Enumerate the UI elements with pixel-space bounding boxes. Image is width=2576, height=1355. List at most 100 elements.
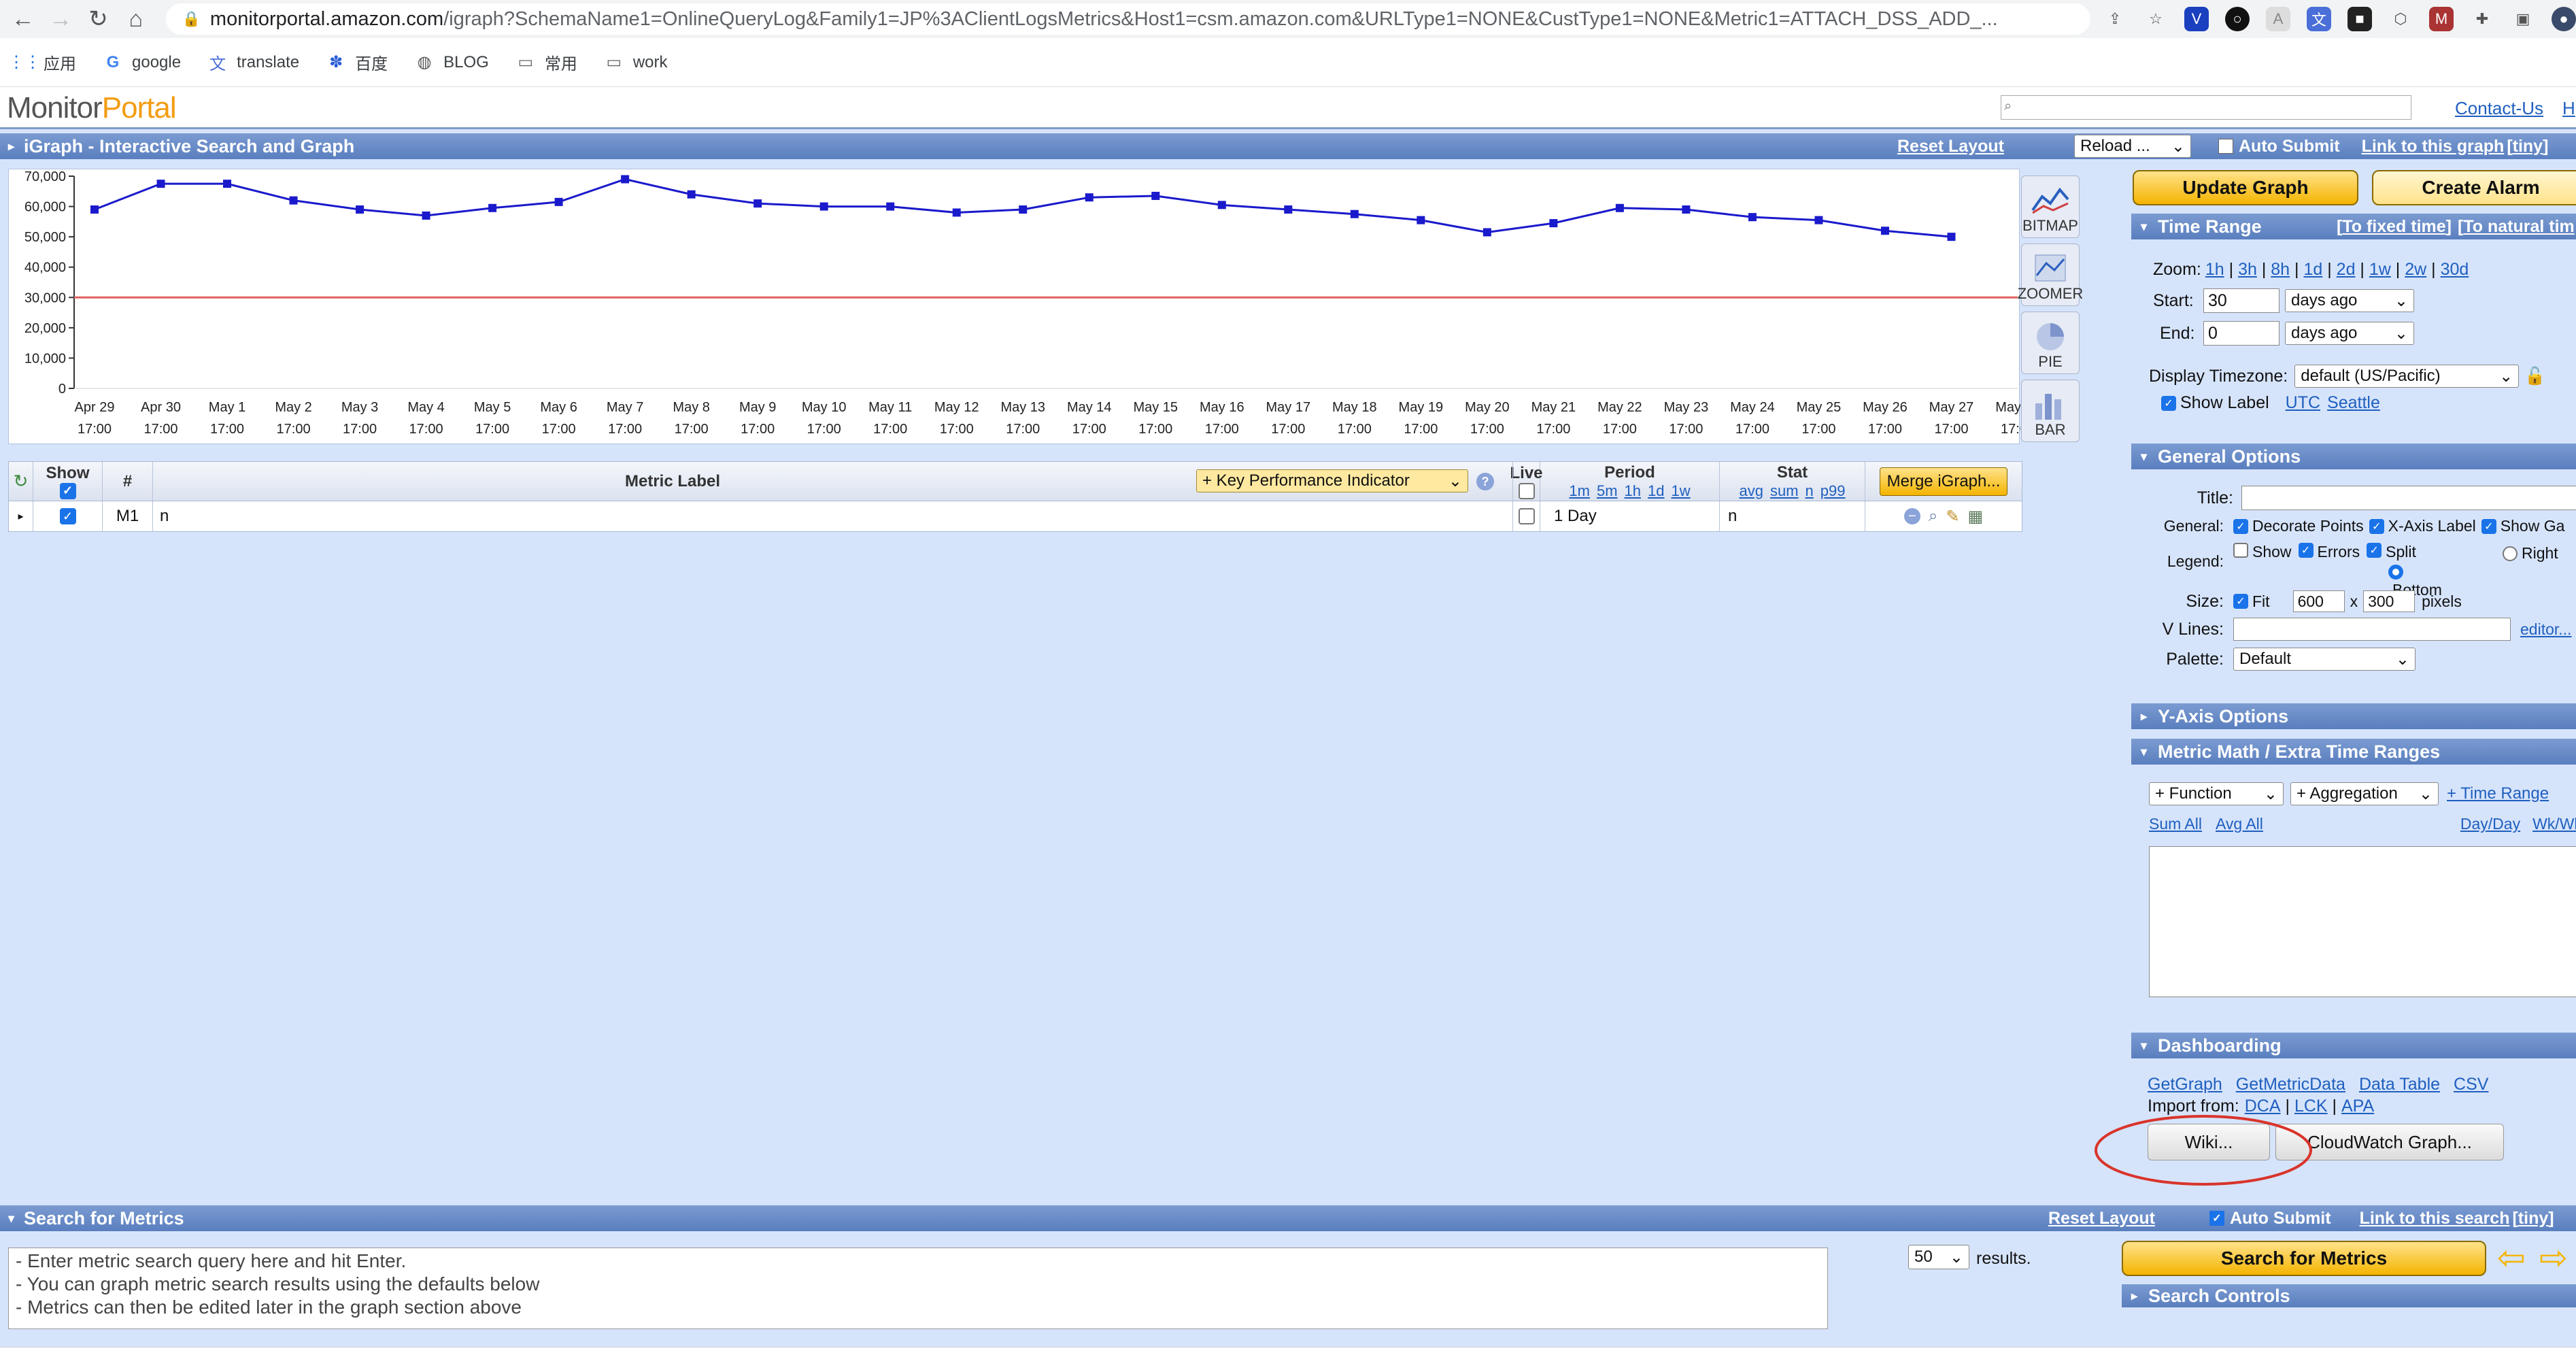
help-link[interactable]: H	[2562, 98, 2575, 119]
edit-pencil-icon[interactable]: ✎	[1946, 507, 1959, 526]
line-chart[interactable]: 0 10,000 20,000 30,000 40,000 50,000 60,000 70,…	[9, 169, 2040, 445]
collapse-icon[interactable]: ▸	[8, 139, 14, 154]
bookmark-folder-common[interactable]: ▭ 常用	[516, 50, 577, 74]
back-icon[interactable]: ←	[8, 3, 37, 35]
stat-n-link[interactable]: n	[1806, 482, 1814, 500]
reload-select[interactable]: Reload ... ⌄	[2074, 135, 2191, 158]
zoom-30d[interactable]: 30d	[2441, 260, 2469, 280]
merge-igraph-button[interactable]: Merge iGraph...	[1879, 467, 2008, 496]
getgraph-link[interactable]: GetGraph	[2148, 1075, 2222, 1094]
x-axis-label-checkbox[interactable]: ✓	[2369, 518, 2384, 534]
extension-translate-icon[interactable]: 文	[2307, 7, 2332, 31]
day-day-link[interactable]: Day/Day	[2460, 815, 2520, 833]
extension-m-icon[interactable]: M	[2429, 7, 2454, 31]
data-table-link[interactable]: Data Table	[2359, 1075, 2440, 1094]
graph-title-input[interactable]	[2241, 486, 2576, 510]
general-options-section-header[interactable]: ▾ General Options	[2131, 444, 2576, 469]
editor-link[interactable]: editor...	[2520, 620, 2571, 639]
extensions-puzzle-icon[interactable]: ✚	[2470, 7, 2494, 31]
tiny-link[interactable]: tiny	[2513, 137, 2543, 156]
period-1m-link[interactable]: 1m	[1569, 482, 1590, 500]
legend-errors-checkbox[interactable]: ✓	[2298, 543, 2314, 558]
prev-arrow-icon[interactable]: ⇦	[2497, 1241, 2526, 1275]
avg-all-link[interactable]: Avg All	[2216, 815, 2263, 833]
function-select[interactable]: + Function ⌄	[2149, 782, 2284, 805]
link-to-graph[interactable]: Link to this graph	[2362, 137, 2505, 156]
zoom-2d[interactable]: 2d	[2337, 260, 2356, 280]
search-controls-section-header[interactable]: ▸ Search Controls	[2122, 1284, 2576, 1307]
vlines-input[interactable]	[2233, 618, 2511, 641]
zoom-1h[interactable]: 1h	[2205, 260, 2224, 280]
stat-sum-link[interactable]: sum	[1770, 482, 1799, 500]
zoomer-button[interactable]: ZOOMER	[2018, 244, 2083, 306]
results-count-select[interactable]: 50 ⌄	[1908, 1245, 1969, 1269]
profile-avatar[interactable]: ●	[2552, 7, 2576, 31]
legend-show-checkbox[interactable]	[2233, 543, 2248, 558]
add-time-range-link[interactable]: + Time Range	[2447, 784, 2549, 803]
y-axis-options-section-header[interactable]: ▸ Y-Axis Options	[2131, 703, 2576, 729]
row-live-checkbox[interactable]	[1518, 508, 1535, 524]
time-range-section-header[interactable]: ▾ Time Range [To fixed time] [To natural…	[2131, 214, 2576, 239]
decorate-points-checkbox[interactable]: ✓	[2233, 518, 2248, 534]
dashboarding-section-header[interactable]: ▾ Dashboarding	[2131, 1033, 2576, 1058]
bookmark-apps[interactable]: ⋮⋮ 应用	[8, 50, 76, 74]
metric-search-textarea[interactable]: - Enter metric search query here and hit…	[8, 1248, 1828, 1329]
row-show-checkbox[interactable]: ✓	[59, 508, 76, 524]
show-gaps-checkbox[interactable]: ✓	[2481, 518, 2496, 534]
graph-panel[interactable]: 0 10,000 20,000 30,000 40,000 50,000 60,000 70,…	[8, 169, 2040, 445]
start-unit-select[interactable]: days ago ⌄	[2285, 289, 2414, 312]
zoom-1w[interactable]: 1w	[2369, 260, 2391, 280]
bar-button[interactable]: BAR	[2021, 380, 2080, 442]
utc-link[interactable]: UTC	[2286, 393, 2320, 413]
search-for-metrics-button[interactable]: Search for Metrics	[2122, 1241, 2486, 1276]
zoom-1d[interactable]: 1d	[2303, 260, 2322, 280]
legend-split-checkbox[interactable]: ✓	[2367, 543, 2382, 558]
metric-math-section-header[interactable]: ▾ Metric Math / Extra Time Ranges	[2131, 739, 2576, 765]
forward-icon[interactable]: →	[46, 3, 75, 35]
show-label-checkbox[interactable]: ✓	[2161, 395, 2176, 411]
row-stat[interactable]: n	[1720, 501, 1865, 531]
extension-v-icon[interactable]: V	[2184, 7, 2209, 31]
end-input[interactable]: 0	[2203, 321, 2280, 346]
monitorportal-logo[interactable]: MonitorPortal	[7, 91, 177, 125]
show-all-checkbox[interactable]: ✓	[59, 482, 76, 499]
stat-p99-link[interactable]: p99	[1820, 482, 1846, 500]
end-unit-select[interactable]: days ago ⌄	[2285, 322, 2414, 345]
zoom-8h[interactable]: 8h	[2271, 260, 2290, 280]
auto-submit-checkbox[interactable]	[2218, 139, 2233, 154]
wk-wk-link[interactable]: Wk/Wk	[2532, 815, 2576, 833]
getmetricdata-link[interactable]: GetMetricData	[2236, 1075, 2345, 1094]
palette-select[interactable]: Default ⌄	[2233, 648, 2416, 671]
metric-math-textarea[interactable]	[2149, 846, 2576, 997]
extension-a-icon[interactable]: A	[2266, 7, 2291, 31]
start-input[interactable]: 30	[2203, 288, 2280, 313]
csv-link[interactable]: CSV	[2454, 1075, 2488, 1094]
extension-cube-icon[interactable]: ⬡	[2388, 7, 2413, 31]
reset-layout-link[interactable]: Reset Layout	[1897, 137, 2004, 156]
to-fixed-time-link[interactable]: To fixed time	[2342, 217, 2445, 236]
search-icon[interactable]: ⌕	[1929, 507, 1937, 526]
bookmark-blog[interactable]: ◍ BLOG	[415, 53, 489, 72]
bookmark-baidu[interactable]: ✽ 百度	[326, 50, 388, 74]
period-1d-link[interactable]: 1d	[1648, 482, 1664, 500]
table-row[interactable]: ▸ ✓ M1 n 1 Day n − ⌕ ✎ ▦	[9, 501, 2022, 531]
extension-badge-icon[interactable]: ■	[2348, 7, 2373, 31]
refresh-icon[interactable]: ↻	[9, 462, 33, 501]
kpi-select[interactable]: + Key Performance Indicator ⌄	[1196, 469, 1468, 492]
contact-us-link[interactable]: Contact-Us	[2455, 98, 2543, 119]
legend-right-radio[interactable]	[2503, 546, 2518, 561]
link-to-search[interactable]: Link to this search	[2360, 1209, 2510, 1228]
row-period[interactable]: 1 Day	[1540, 501, 1720, 531]
import-apa-link[interactable]: APA	[2341, 1097, 2374, 1116]
lock-icon[interactable]: 🔓	[2524, 367, 2545, 386]
home-icon[interactable]: ⌂	[121, 3, 150, 35]
bookmark-translate[interactable]: 文 translate	[208, 53, 299, 74]
update-graph-button[interactable]: Update Graph	[2133, 170, 2358, 205]
fit-checkbox[interactable]: ✓	[2233, 594, 2248, 609]
aggregation-select[interactable]: + Aggregation ⌄	[2290, 782, 2439, 805]
remove-icon[interactable]: −	[1903, 508, 1920, 524]
search-reset-layout-link[interactable]: Reset Layout	[2048, 1209, 2155, 1228]
expand-row-icon[interactable]: ▸	[9, 501, 33, 531]
period-5m-link[interactable]: 5m	[1597, 482, 1618, 500]
help-icon[interactable]: ?	[1476, 473, 1494, 490]
